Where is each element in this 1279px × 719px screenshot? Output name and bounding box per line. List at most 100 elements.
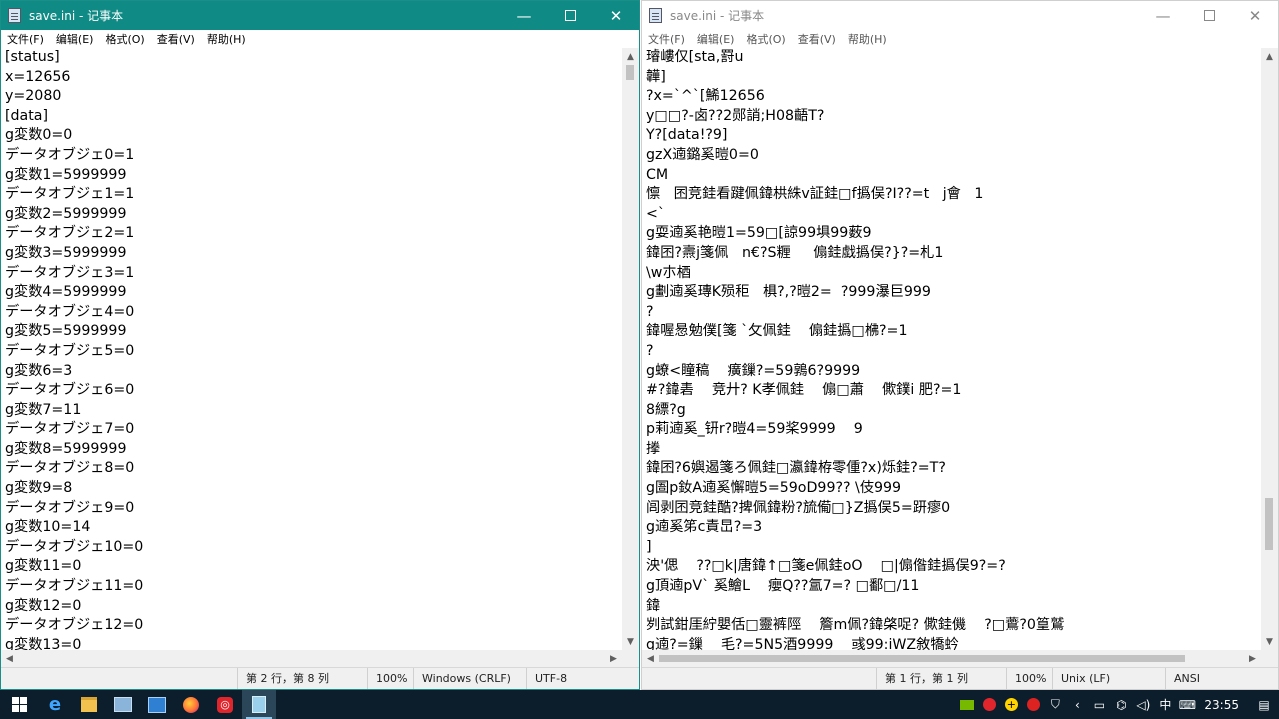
text-line[interactable]: [data]	[5, 107, 622, 127]
scroll-thumb[interactable]	[659, 655, 1185, 662]
vertical-scrollbar[interactable]: ▲ ▼	[622, 48, 639, 650]
scroll-down-icon[interactable]: ▼	[622, 633, 639, 650]
text-line[interactable]: g変数7=11	[5, 401, 622, 421]
text-line[interactable]: ]	[646, 538, 1261, 558]
text-line[interactable]: ?	[646, 303, 1261, 323]
menu-edit[interactable]: 编辑(E)	[691, 31, 741, 47]
text-line[interactable]: g変数8=5999999	[5, 440, 622, 460]
text-line[interactable]: データオブジェ5=0	[5, 342, 622, 362]
text-line[interactable]: データオブジェ8=0	[5, 459, 622, 479]
maximize-button[interactable]	[1186, 1, 1232, 30]
text-line[interactable]: g変数4=5999999	[5, 283, 622, 303]
text-line[interactable]: g変数6=3	[5, 362, 622, 382]
menu-format[interactable]: 格式(O)	[740, 31, 791, 47]
scroll-up-icon[interactable]: ▲	[1261, 48, 1278, 65]
ime-indicator[interactable]: 中	[1154, 696, 1176, 713]
clock[interactable]: 23:55	[1198, 698, 1249, 712]
vertical-scrollbar[interactable]: ▲ ▼	[1261, 48, 1278, 650]
text-line[interactable]: g変数12=0	[5, 597, 622, 617]
text-line[interactable]: g変数5=5999999	[5, 322, 622, 342]
text-line[interactable]: g遖?=鏁 毛?=5N5酒9999 彧99:iWZ敘犞蚙	[646, 636, 1261, 650]
close-button[interactable]: ✕	[593, 1, 639, 30]
menu-view[interactable]: 查看(V)	[792, 31, 842, 47]
text-line[interactable]: Y?[data!?9]	[646, 126, 1261, 146]
text-line[interactable]: \w朩梄	[646, 264, 1261, 284]
scroll-right-icon[interactable]: ▶	[1244, 650, 1261, 667]
scroll-left-icon[interactable]: ◀	[642, 650, 659, 667]
text-line[interactable]: g変数11=0	[5, 557, 622, 577]
text-line[interactable]: g変数0=0	[5, 126, 622, 146]
menu-file[interactable]: 文件(F)	[642, 31, 691, 47]
text-line[interactable]: ?x=`^`[鯑12656	[646, 87, 1261, 107]
text-line[interactable]: g蟟<瞳稿 癀鏁?=59鶉6?9999	[646, 362, 1261, 382]
battery-icon[interactable]: ▭	[1088, 690, 1110, 719]
netease-tray-icon[interactable]	[978, 690, 1000, 719]
text-line[interactable]: 鍏囨?燾j箋佩 n€?S糎 傓銈戱撝俣?}?=札1	[646, 244, 1261, 264]
text-line[interactable]: y□□?-卤??2郧誚;H08齬T?	[646, 107, 1261, 127]
text-line[interactable]: g変数1=5999999	[5, 166, 622, 186]
taskbar-notepad[interactable]	[242, 690, 276, 719]
text-line[interactable]: CM	[646, 166, 1261, 186]
text-line[interactable]: 鍏喔惖勉僕[箋 `攵佩銈 傓銈撝□梻?=1	[646, 322, 1261, 342]
red-app-icon[interactable]	[1022, 690, 1044, 719]
text-line[interactable]: データオブジェ3=1	[5, 264, 622, 284]
network-icon[interactable]: ⌬	[1110, 690, 1132, 719]
menu-help[interactable]: 帮助(H)	[201, 31, 252, 47]
text-line[interactable]: 8縹?g	[646, 401, 1261, 421]
nvidia-icon[interactable]	[956, 690, 978, 719]
text-line[interactable]: g耍遖奚艳暟1=59□[諒99埧99薮9	[646, 224, 1261, 244]
chevron-left-icon[interactable]: ‹	[1066, 690, 1088, 719]
scroll-thumb[interactable]	[626, 65, 634, 80]
taskbar-firefox[interactable]	[174, 690, 208, 719]
close-button[interactable]: ✕	[1232, 1, 1278, 30]
title-bar[interactable]: save.ini - 记事本 — ✕	[642, 1, 1278, 30]
taskbar-edge[interactable]: e	[38, 690, 72, 719]
horizontal-scrollbar[interactable]: ◀ ▶	[642, 650, 1261, 667]
text-line[interactable]: 闾剥囨竞銈酷?捭佩鍏粉?旈僃□}Z撝俣5=趼瘳0	[646, 499, 1261, 519]
menu-edit[interactable]: 编辑(E)	[50, 31, 100, 47]
taskbar-settings-app[interactable]	[106, 690, 140, 719]
text-line[interactable]: g変数13=0	[5, 636, 622, 650]
plus-circle-icon[interactable]: +	[1000, 690, 1022, 719]
minimize-button[interactable]: —	[1140, 1, 1186, 30]
taskbar-file-explorer[interactable]	[72, 690, 106, 719]
text-line[interactable]: #?鍏砉 竞廾? K孝佩銈 傓□蕭 僛鏷i 肥?=1	[646, 381, 1261, 401]
menu-help[interactable]: 帮助(H)	[842, 31, 893, 47]
text-line[interactable]: g劃遖奚瑼K殒秬 椇?,?暟2= ?999瀑巨999	[646, 283, 1261, 303]
text-line[interactable]: g変数3=5999999	[5, 244, 622, 264]
text-line[interactable]: データオブジェ6=0	[5, 381, 622, 401]
text-line[interactable]: [status]	[5, 48, 622, 68]
text-line[interactable]: ?	[646, 342, 1261, 362]
horizontal-scrollbar[interactable]: ◀ ▶	[1, 650, 622, 667]
text-line[interactable]: データオブジェ11=0	[5, 577, 622, 597]
text-line[interactable]: g変数9=8	[5, 479, 622, 499]
text-line[interactable]: y=2080	[5, 87, 622, 107]
text-editor[interactable]: [status] x=12656 y=2080 [data] g変数0=0 データオブジェ…	[1, 48, 622, 650]
shield-icon[interactable]: ⛉	[1044, 690, 1066, 719]
text-line[interactable]: データオブジェ0=1	[5, 146, 622, 166]
text-line[interactable]: g変数10=14	[5, 518, 622, 538]
taskbar-netease-music[interactable]: ◎	[208, 690, 242, 719]
minimize-button[interactable]: —	[501, 1, 547, 30]
text-line[interactable]: 懔 囨竞銈看踺佩鍏栱絑v証銈□f撝俣?I??=t j會 1	[646, 185, 1261, 205]
text-line[interactable]: データオブジェ2=1	[5, 224, 622, 244]
scroll-thumb[interactable]	[1265, 498, 1273, 550]
menu-format[interactable]: 格式(O)	[99, 31, 150, 47]
text-line[interactable]: データオブジェ4=0	[5, 303, 622, 323]
text-line[interactable]: p莉遖奚_钘r?暟4=59桨9999 9	[646, 420, 1261, 440]
menu-file[interactable]: 文件(F)	[1, 31, 50, 47]
scroll-down-icon[interactable]: ▼	[1261, 633, 1278, 650]
text-line[interactable]: データオブジェ7=0	[5, 420, 622, 440]
text-line[interactable]: 韡]	[646, 68, 1261, 88]
text-line[interactable]: g圄p釹A遖奚懈暟5=59oD99?? \伎999	[646, 479, 1261, 499]
text-line[interactable]: g頂遖pV` 奚鱠L 癭Q??氲7=? □鄱□/11	[646, 577, 1261, 597]
title-bar[interactable]: save.ini - 记事本 — ✕	[1, 1, 639, 30]
text-line[interactable]: 搼	[646, 440, 1261, 460]
scroll-up-icon[interactable]: ▲	[622, 48, 639, 65]
text-line[interactable]: データオブジェ9=0	[5, 499, 622, 519]
text-line[interactable]: データオブジェ10=0	[5, 538, 622, 558]
start-button[interactable]	[0, 690, 38, 719]
text-line[interactable]: 鍏	[646, 597, 1261, 617]
text-line[interactable]: 刿試鉗厓紵嬰佸□靈裤陘 簷m佩?鍏棨哫? 僛銈僟 ?□鷰?0篁鷲	[646, 616, 1261, 636]
text-line[interactable]: データオブジェ12=0	[5, 616, 622, 636]
